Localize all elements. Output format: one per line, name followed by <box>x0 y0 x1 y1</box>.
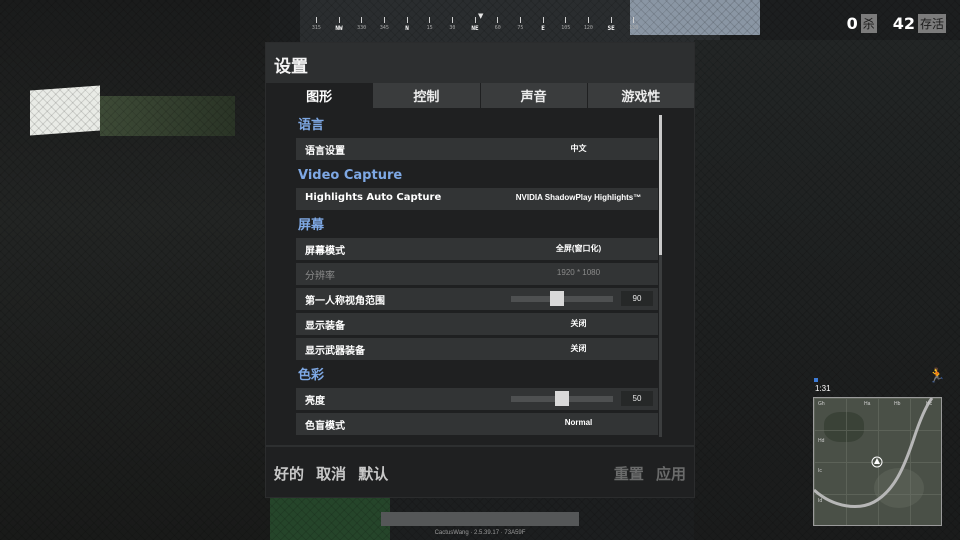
section-header-language: 语言 <box>298 118 325 133</box>
default-button[interactable]: 默认 <box>358 465 388 483</box>
kills-value: 0 <box>846 14 858 33</box>
highlights-select[interactable]: NVIDIA ShadowPlay Highlights™ <box>486 193 658 202</box>
compass-tick: 60 <box>486 17 509 32</box>
tab-controls[interactable]: 控制 <box>373 83 480 108</box>
setting-row-highlights-auto-capture[interactable]: Highlights Auto Capture NVIDIA ShadowPla… <box>296 188 658 210</box>
language-select[interactable]: 中文 <box>486 143 658 154</box>
compass-tick: 120 <box>577 17 600 32</box>
compass-ticks: 315 NW 330 345 N 15 30 NE 60 75 E 105 120 SE 150 <box>305 17 645 32</box>
settings-footer: 好的 取消 默认 重置 应用 <box>274 463 686 485</box>
brightness-value-input[interactable]: 50 <box>621 391 653 406</box>
compass-tick: N <box>396 17 419 32</box>
compass-bar: ▼ 315 NW 330 345 N 15 30 NE 60 75 E 105 120 SE 150 <box>305 12 645 36</box>
bottom-status-bar <box>381 512 579 526</box>
setting-label: 亮度 <box>305 396 325 407</box>
minimap-grid-label: Hd <box>818 438 825 444</box>
settings-header: 设置 <box>266 43 694 83</box>
setting-label: 第一人称视角范围 <box>305 296 385 307</box>
fov-value-input[interactable]: 90 <box>621 291 653 306</box>
setting-label: 显示装备 <box>305 321 345 332</box>
running-figure-icon: 🏃 <box>928 368 946 384</box>
settings-panel: 设置 图形 控制 声音 游戏性 语言 语言设置 中文 Video Capture… <box>266 43 694 497</box>
section-header-screen: 屏幕 <box>298 218 325 233</box>
setting-label: Highlights Auto Capture <box>305 192 442 203</box>
screen-mode-select[interactable]: 全屏(窗口化) <box>486 243 658 254</box>
setting-row-brightness: 亮度 50 <box>296 388 658 410</box>
colorblind-mode-select[interactable]: Normal <box>486 418 658 427</box>
setting-label: 屏幕模式 <box>305 246 345 257</box>
fov-slider-handle[interactable] <box>549 291 564 306</box>
minimap-grid-label: Hb <box>894 401 901 407</box>
kills-label: 杀 <box>860 14 877 33</box>
minimap-grid-label: Hc <box>926 401 933 407</box>
settings-tabs: 图形 控制 声音 游戏性 <box>266 83 694 108</box>
section-header-video-capture: Video Capture <box>298 168 403 183</box>
setting-row-screen-mode[interactable]: 屏幕模式 全屏(窗口化) <box>296 238 658 260</box>
version-text: CactusWang · 2.5.39.17 · 73A59F <box>434 530 526 536</box>
compass-tick: E <box>532 17 555 32</box>
setting-row-resolution: 分辨率 1920 * 1080 <box>296 263 658 285</box>
settings-scrollbar[interactable] <box>659 115 662 437</box>
compass-tick: 15 <box>418 17 441 32</box>
settings-content: 语言 语言设置 中文 Video Capture Highlights Auto… <box>296 113 658 439</box>
resolution-value: 1920 * 1080 <box>556 268 601 277</box>
ok-button[interactable]: 好的 <box>274 465 304 483</box>
compass-tick: SE <box>600 17 623 32</box>
brightness-slider-handle[interactable] <box>555 391 569 406</box>
footer-left-actions: 好的 取消 默认 <box>274 463 395 484</box>
tab-graphics[interactable]: 图形 <box>266 83 373 108</box>
footer-right-actions: 重置 应用 <box>607 463 686 484</box>
alive-value: 42 <box>892 14 915 33</box>
minimap-grid-label: Ic <box>818 468 822 474</box>
setting-row-colorblind-mode[interactable]: 色盲模式 Normal <box>296 413 658 435</box>
setting-row-show-weapon-equipment[interactable]: 显示武器装备 关闭 <box>296 338 658 360</box>
tab-gameplay[interactable]: 游戏性 <box>587 83 694 108</box>
apply-button[interactable]: 应用 <box>656 465 686 483</box>
compass-tick: NE <box>464 17 487 32</box>
setting-label: 语言设置 <box>305 146 345 157</box>
setting-label: 分辨率 <box>305 271 335 282</box>
alive-counter: 42 存活 <box>893 14 946 33</box>
setting-label: 色盲模式 <box>305 421 345 432</box>
settings-title: 设置 <box>274 57 308 77</box>
setting-row-fov: 第一人称视角范围 90 <box>296 288 658 310</box>
show-equipment-select[interactable]: 关闭 <box>486 318 658 329</box>
compass-tick: 150 <box>622 17 645 32</box>
tab-sound[interactable]: 声音 <box>480 83 587 108</box>
compass-tick: NW <box>328 17 351 32</box>
match-time: 1:31 <box>815 384 831 393</box>
compass-tick: 30 <box>441 17 464 32</box>
minimap-road <box>814 398 934 508</box>
footer-divider <box>266 445 694 447</box>
minimap[interactable]: Gh Ha Hb Hc Hd Ic Id <box>814 398 941 525</box>
minimap-grid-label: Ha <box>864 401 871 407</box>
setting-row-show-equipment[interactable]: 显示装备 关闭 <box>296 313 658 335</box>
minimap-grid-label: Gh <box>818 401 825 407</box>
cancel-button[interactable]: 取消 <box>316 465 346 483</box>
setting-label: 显示武器装备 <box>305 346 365 357</box>
compass-tick: 330 <box>350 17 373 32</box>
kills-counter: 0 杀 <box>847 14 877 33</box>
compass-tick: 105 <box>554 17 577 32</box>
reset-button[interactable]: 重置 <box>614 465 644 483</box>
compass-tick: 345 <box>373 17 396 32</box>
show-weapon-equipment-select[interactable]: 关闭 <box>486 343 658 354</box>
compass-tick: 75 <box>509 17 532 32</box>
setting-row-language[interactable]: 语言设置 中文 <box>296 138 658 160</box>
team-indicator-icon <box>814 378 818 382</box>
minimap-grid-label: Id <box>818 498 823 504</box>
section-header-color: 色彩 <box>298 368 325 383</box>
compass-tick: 315 <box>305 17 328 32</box>
alive-label: 存活 <box>917 14 946 33</box>
match-counters: 0 杀 42 存活 <box>847 14 946 33</box>
scrollbar-thumb[interactable] <box>659 115 662 255</box>
